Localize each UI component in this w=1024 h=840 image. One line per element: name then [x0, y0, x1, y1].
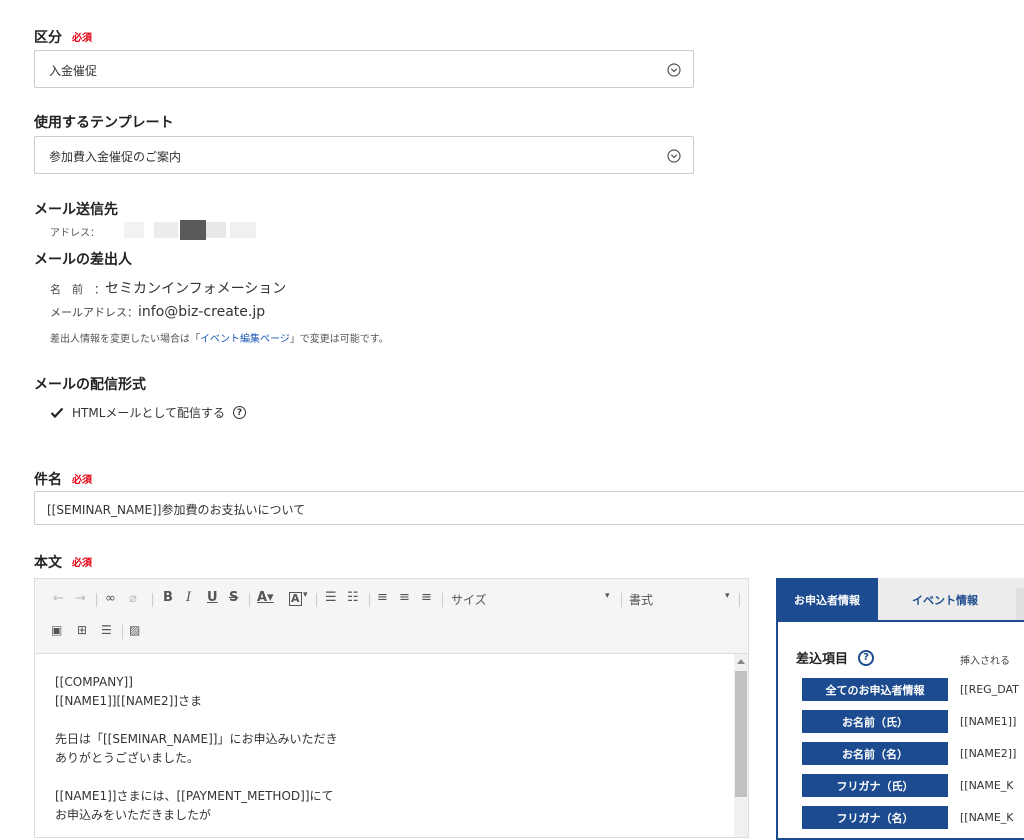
category-select[interactable]: 入金催促: [34, 50, 694, 88]
sender-email-row: メールアドレス：info@biz-create.jp: [50, 304, 265, 320]
chevron-down-icon: [667, 63, 681, 77]
horizontal-rule-icon[interactable]: ☰: [101, 623, 112, 637]
body-line: [[COMPANY]]: [55, 675, 133, 689]
insert-all-applicant-button[interactable]: 全てのお申込者情報: [802, 678, 948, 701]
format-select[interactable]: 書式: [629, 591, 653, 608]
merge-code: [[NAME1]]: [960, 715, 1017, 728]
address-redacted: [124, 220, 258, 240]
recipient-label: メール送信先: [34, 202, 118, 218]
align-left-icon[interactable]: ≡: [377, 590, 388, 605]
sender-email-value: info@biz-create.jp: [138, 304, 266, 320]
editor-toolbar: ← → ∞ ⌀ B I U S A▾ A ▾ ☰ ☷ ≡ ≡ ≡ サイズ ▾ 書…: [35, 579, 748, 654]
image-icon[interactable]: ▨: [129, 623, 140, 637]
tab-applicant-info[interactable]: お申込者情報: [776, 578, 878, 620]
editor-content[interactable]: [[COMPANY]] [[NAME1]][[NAME2]]さま 先日は「[[S…: [55, 673, 337, 825]
redo-icon[interactable]: →: [75, 591, 86, 606]
body-line: [[NAME1]][[NAME2]]さま: [55, 694, 202, 708]
bullet-list-icon[interactable]: ☷: [347, 590, 359, 605]
tab-event-info[interactable]: イベント情報: [878, 578, 996, 620]
sender-email-label: メールアドレス：: [50, 306, 138, 319]
merge-heading: 差込項目 ?: [796, 648, 875, 667]
insert-kana2-button[interactable]: フリガナ（名）: [802, 806, 948, 829]
address-label: アドレス：: [50, 228, 100, 239]
format-label: メールの配信形式: [34, 377, 146, 393]
html-mail-checkbox-row[interactable]: HTMLメールとして配信する ?: [50, 404, 247, 421]
template-select-value: 参加費入金催促のご案内: [49, 150, 182, 164]
event-edit-link[interactable]: イベント編集ページ: [200, 334, 290, 345]
template-select[interactable]: 参加費入金催促のご案内: [34, 136, 694, 174]
template-label: 使用するテンプレート: [34, 115, 174, 131]
body-line: お申込みをいただきましたが: [55, 808, 212, 822]
merge-code: [[NAME_K: [960, 811, 1014, 824]
insert-name1-button[interactable]: お名前（氏）: [802, 710, 948, 733]
font-size-select[interactable]: サイズ: [451, 591, 487, 608]
help-icon[interactable]: ?: [233, 406, 247, 419]
undo-icon[interactable]: ←: [53, 591, 64, 606]
insert-name2-button[interactable]: お名前（名）: [802, 742, 948, 765]
unlink-icon[interactable]: ⌀: [129, 591, 137, 606]
subject-label: 件名 必須: [34, 472, 92, 488]
tab-next[interactable]: [1016, 588, 1024, 620]
merge-code: [[NAME_K: [960, 779, 1014, 792]
scroll-up-icon[interactable]: [737, 659, 745, 664]
required-badge: 必須: [72, 33, 92, 44]
link-icon[interactable]: ∞: [105, 591, 116, 606]
sender-name-label: 名 前 ：: [50, 283, 105, 296]
required-badge: 必須: [72, 475, 92, 486]
table-icon[interactable]: ⊞: [77, 623, 87, 637]
body-line: 先日は「[[SEMINAR_NAME]]」にお申込みいただき: [55, 732, 338, 746]
category-select-value: 入金催促: [49, 64, 98, 78]
merge-desc: 挿入される: [960, 656, 1010, 667]
merge-code: [[REG_DAT: [960, 683, 1019, 696]
scrollbar-thumb[interactable]: [735, 671, 747, 797]
text-color-icon[interactable]: A▾: [257, 590, 274, 605]
merge-field-panel: お申込者情報 イベント情報 差込項目 ? 挿入される 全てのお申込者情報 [[R…: [776, 578, 1024, 840]
panel-content: 差込項目 ? 挿入される 全てのお申込者情報 [[REG_DAT お名前（氏） …: [776, 620, 1024, 840]
align-center-icon[interactable]: ≡: [399, 590, 410, 605]
checkbox-checked-icon[interactable]: [50, 407, 64, 419]
subject-input[interactable]: [[SEMINAR_NAME]]参加費のお支払いについて: [34, 491, 1024, 525]
sender-note: 差出人情報を変更したい場合は「イベント編集ページ」で変更は可能です。: [50, 334, 389, 345]
bg-color-icon[interactable]: A: [289, 592, 302, 606]
required-badge: 必須: [72, 558, 92, 569]
panel-tabs: お申込者情報 イベント情報: [776, 578, 1024, 620]
category-label: 区分 必須: [34, 30, 92, 46]
sender-name-value: セミカンインフォメーション: [105, 281, 287, 297]
chevron-down-icon: ▾: [725, 591, 730, 601]
help-icon[interactable]: ?: [858, 649, 875, 666]
sender-name-row: 名 前 ：セミカンインフォメーション: [50, 278, 286, 298]
subject-value: [[SEMINAR_NAME]]参加費のお支払いについて: [47, 503, 306, 517]
merge-code: [[NAME2]]: [960, 747, 1017, 760]
strikethrough-icon[interactable]: S: [229, 590, 238, 605]
sender-label: メールの差出人: [34, 252, 132, 268]
insert-kana1-button[interactable]: フリガナ（氏）: [802, 774, 948, 797]
align-right-icon[interactable]: ≡: [421, 590, 432, 605]
chevron-down-icon: ▾: [605, 591, 610, 601]
body-line: ありがとうございました。: [55, 751, 200, 765]
body-label: 本文 必須: [34, 555, 92, 571]
bold-icon[interactable]: B: [163, 590, 173, 605]
html-mail-label: HTMLメールとして配信する: [72, 406, 226, 420]
underline-icon[interactable]: U: [207, 590, 218, 605]
body-line: [[NAME1]]さまには、[[PAYMENT_METHOD]]にて: [55, 789, 334, 803]
italic-icon[interactable]: I: [186, 590, 191, 605]
body-editor[interactable]: ← → ∞ ⌀ B I U S A▾ A ▾ ☰ ☷ ≡ ≡ ≡ サイズ ▾ 書…: [34, 578, 749, 838]
numbered-list-icon[interactable]: ☰: [325, 590, 337, 605]
chevron-down-icon: [667, 149, 681, 163]
image-url-icon[interactable]: ▣: [51, 623, 62, 637]
